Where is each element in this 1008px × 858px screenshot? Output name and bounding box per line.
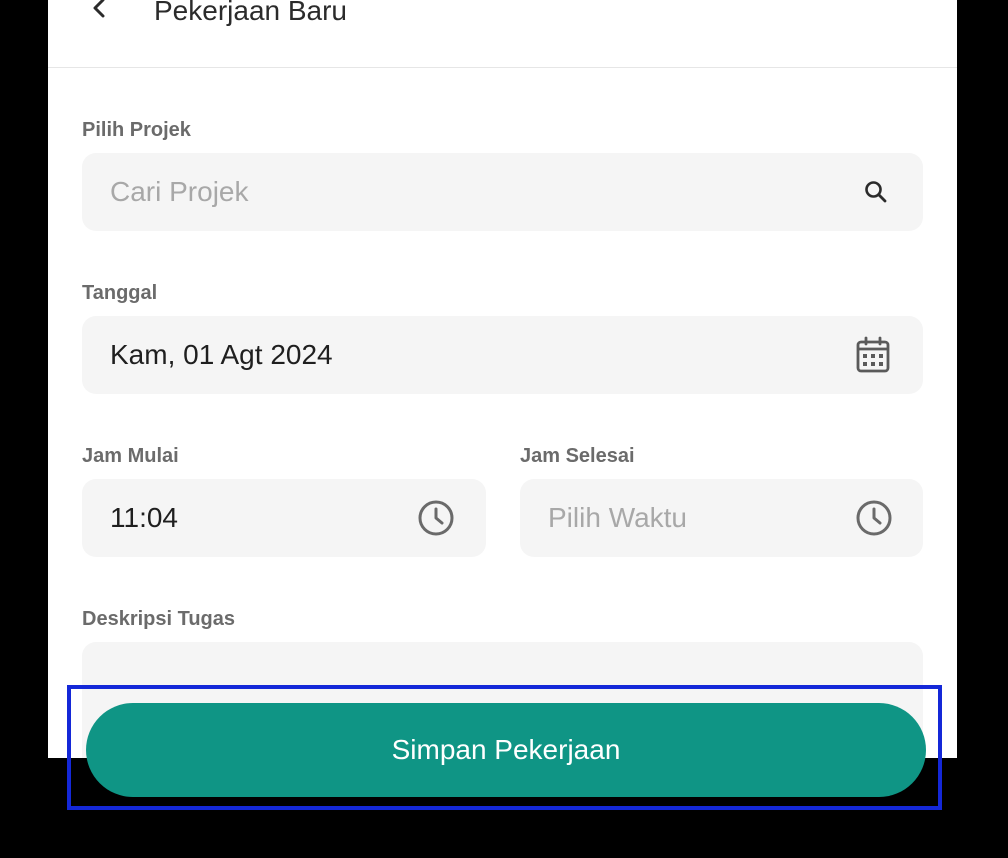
date-field[interactable]: Kam, 01 Agt 2024: [82, 316, 923, 394]
project-search-placeholder: Cari Projek: [110, 176, 249, 207]
end-time-field[interactable]: Pilih Waktu: [520, 479, 923, 557]
search-icon[interactable]: [857, 173, 895, 211]
end-time-label: Jam Selesai: [520, 445, 635, 467]
form-screen: Pekerjaan Baru Pilih Projek Cari Projek …: [48, 0, 957, 758]
start-time-field[interactable]: 11:04: [82, 479, 486, 557]
chevron-left-icon: [88, 0, 112, 25]
app-header: Pekerjaan Baru: [48, 0, 957, 68]
back-button[interactable]: [82, 0, 118, 28]
project-label: Pilih Projek: [82, 119, 191, 141]
clock-icon[interactable]: [855, 499, 893, 537]
start-time-value: 11:04: [110, 502, 178, 533]
description-label: Deskripsi Tugas: [82, 608, 236, 630]
clock-icon[interactable]: [417, 499, 455, 537]
date-label: Tanggal: [82, 282, 158, 304]
calendar-icon[interactable]: [854, 336, 892, 374]
save-job-button[interactable]: Simpan Pekerjaan: [86, 703, 926, 797]
project-search-field[interactable]: Cari Projek: [82, 153, 923, 231]
date-value: Kam, 01 Agt 2024: [110, 339, 333, 370]
start-time-label: Jam Mulai: [82, 445, 179, 467]
end-time-placeholder: Pilih Waktu: [548, 502, 688, 533]
page-title: Pekerjaan Baru: [154, 0, 348, 26]
